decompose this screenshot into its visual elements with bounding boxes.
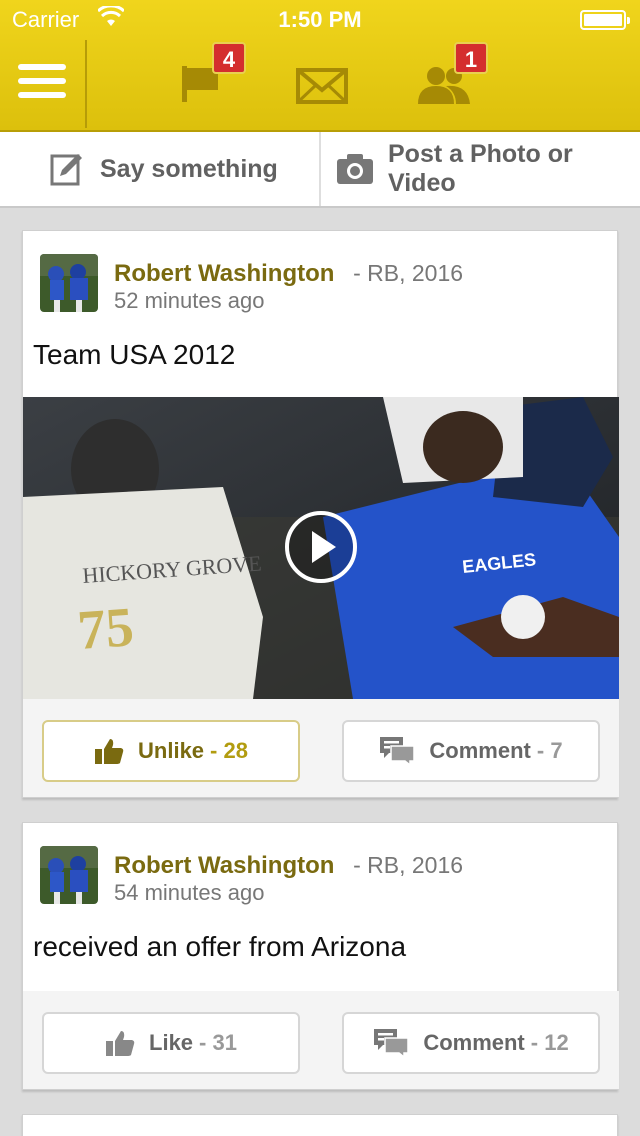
notifications-badge: 4 (212, 42, 246, 74)
post-bar: Say something Post a Photo or Video (0, 132, 640, 208)
post-text: Team USA 2012 (33, 339, 236, 370)
like-count: - 31 (199, 1030, 237, 1055)
post-bar-divider (319, 132, 321, 206)
unlike-button[interactable]: Unlike - 28 (42, 720, 300, 782)
svg-text:75: 75 (76, 596, 136, 662)
author-meta: - RB, 2016 (353, 260, 464, 286)
comment-icon (379, 736, 416, 766)
flag-icon (180, 66, 224, 108)
menu-button[interactable] (18, 64, 66, 104)
post-video[interactable]: HICKORY GROVE 75 EAGLES (23, 397, 619, 699)
comment-label: Comment (429, 738, 531, 763)
like-label: Like (149, 1030, 194, 1055)
camera-icon (336, 153, 374, 185)
header-divider (85, 40, 87, 128)
post-time: 52 minutes ago (114, 288, 265, 313)
feed-post: Robert Washington - RB, 2016 54 minutes … (22, 822, 619, 1090)
comment-count: - 12 (530, 1030, 569, 1055)
status-bar: Carrier 1:50 PM (0, 0, 640, 40)
battery-icon (580, 10, 630, 30)
friends-badge: 1 (454, 42, 488, 74)
play-icon[interactable] (285, 511, 357, 583)
like-count: - 28 (210, 738, 248, 763)
mail-icon (296, 68, 348, 108)
thumbs-up-icon (94, 737, 124, 765)
clock: 1:50 PM (278, 7, 362, 32)
compose-icon (50, 152, 84, 186)
say-something-button[interactable]: Say something (50, 132, 318, 206)
avatar[interactable] (40, 254, 98, 312)
comment-label: Comment (423, 1030, 525, 1055)
comment-count: - 7 (536, 738, 563, 763)
avatar[interactable] (40, 846, 98, 904)
post-actions: Like - 31 Comment - 12 (23, 991, 619, 1089)
post-photo-button[interactable]: Post a Photo or Video (336, 132, 636, 206)
feed-post: Robert Washington - RB, 2016 52 minutes … (22, 230, 619, 798)
messages-button[interactable] (296, 68, 348, 109)
unlike-label: Unlike (138, 738, 205, 763)
like-button[interactable]: Like - 31 (42, 1012, 300, 1074)
post-actions: Unlike - 28 Comment - 7 (23, 699, 619, 797)
author-meta: - RB, 2016 (353, 852, 464, 878)
comment-button[interactable]: Comment - 12 (342, 1012, 600, 1074)
post-text: received an offer from Arizona (33, 931, 407, 962)
author-name[interactable]: Robert Washington (114, 260, 334, 287)
thumbs-up-icon (105, 1029, 135, 1057)
post-author[interactable]: Robert Washington - RB, 2016 (114, 260, 463, 288)
app-header: Carrier 1:50 PM 4 1 (0, 0, 640, 132)
post-time: 54 minutes ago (114, 880, 265, 905)
comment-icon (373, 1028, 410, 1058)
post-author[interactable]: Robert Washington - RB, 2016 (114, 852, 463, 880)
author-name[interactable]: Robert Washington (114, 852, 334, 879)
feed-post-partial (22, 1114, 618, 1136)
comment-button[interactable]: Comment - 7 (342, 720, 600, 782)
post-photo-label: Post a Photo or Video (388, 140, 573, 197)
friends-icon (416, 67, 472, 110)
say-something-label: Say something (100, 154, 278, 183)
